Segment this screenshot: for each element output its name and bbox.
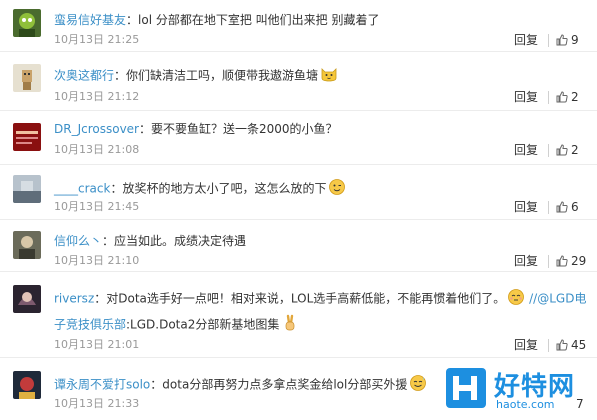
like-button[interactable]: 29 xyxy=(556,254,586,268)
user-avatar[interactable] xyxy=(13,285,41,313)
comment-item: 信仰么丶：应当如此。成绩决定待遇 10月13日 21:10 回复 29 xyxy=(0,220,597,272)
comment-item: riversz：对Dota选手好一点吧！相对来说，LOL选手高薪低能，不能再惯着… xyxy=(0,272,597,358)
comment-line: DR_Jcrossover：要不要鱼缸？送一条2000的小鱼？ xyxy=(54,122,338,136)
username-link[interactable]: 谭永周不爱打solo xyxy=(54,378,150,392)
like-button[interactable]: 45 xyxy=(556,338,586,352)
thumbs-up-icon xyxy=(556,255,568,267)
divider xyxy=(548,34,549,47)
like-count: 9 xyxy=(571,33,579,47)
comment-line: riversz：对Dota选手好一点吧！相对来说，LOL选手高薪低能，不能再惯着… xyxy=(54,288,586,310)
winking-face-emoji-icon xyxy=(328,178,346,200)
comment-text: dota分部再努力点多拿点奖金给lol分部买外援 xyxy=(162,377,408,392)
site-watermark-logo: 好特网 haote.com xyxy=(440,362,597,420)
victory-hand-emoji-icon xyxy=(281,314,299,336)
divider xyxy=(548,339,549,352)
comment-item: 蛮易信好基友：lol 分部都在地下室把 叫他们出来把 别藏着了 10月13日 2… xyxy=(0,0,597,52)
like-button[interactable]: 6 xyxy=(556,200,579,214)
reply-button[interactable]: 回复 xyxy=(514,254,538,268)
timestamp[interactable]: 10月13日 21:10 xyxy=(54,254,139,268)
relieved-face-emoji-icon xyxy=(507,288,525,310)
comment-line: 谭永周不爱打solo：dota分部再努力点多拿点奖金给lol分部买外援 xyxy=(54,374,427,396)
reply-button[interactable]: 回复 xyxy=(514,338,538,352)
like-count: 6 xyxy=(571,200,579,214)
divider xyxy=(548,91,549,104)
logo-h-mark xyxy=(446,368,486,408)
user-avatar[interactable] xyxy=(13,123,41,151)
username-link[interactable]: ____crack xyxy=(54,182,110,196)
username-link[interactable]: DR_Jcrossover xyxy=(54,122,139,136)
username-link[interactable]: 蛮易信好基友 xyxy=(54,13,126,27)
like-count: 29 xyxy=(571,254,587,268)
username-link[interactable]: riversz xyxy=(54,292,94,306)
timestamp[interactable]: 10月13日 21:08 xyxy=(54,143,139,157)
like-button[interactable]: 9 xyxy=(556,33,579,47)
reply-button[interactable]: 回复 xyxy=(514,90,538,104)
comment-text: 要不要鱼缸？送一条2000的小鱼？ xyxy=(151,122,338,136)
cat-face-emoji-icon xyxy=(320,66,338,86)
comment-line: 信仰么丶：应当如此。成绩决定待遇 xyxy=(54,234,247,248)
sweat-smile-emoji-icon xyxy=(409,374,427,396)
user-avatar[interactable] xyxy=(13,9,41,37)
comment-text: 放奖杯的地方太小了吧，这怎么放的下 xyxy=(122,181,327,196)
comment-item: ____crack：放奖杯的地方太小了吧，这怎么放的下 10月13日 21:45… xyxy=(0,165,597,220)
like-count: 2 xyxy=(571,90,579,104)
comment-text: 应当如此。成绩决定待遇 xyxy=(114,234,247,248)
username-link[interactable]: 次奥这都行 xyxy=(54,69,114,83)
user-avatar[interactable] xyxy=(13,175,41,203)
mention-link[interactable]: 子竞技俱乐部 xyxy=(54,318,126,332)
timestamp[interactable]: 10月13日 21:33 xyxy=(54,397,139,411)
like-button[interactable]: 2 xyxy=(556,90,579,104)
user-avatar[interactable] xyxy=(13,371,41,399)
comment-text: 你们缺清洁工吗，顺便带我遨游鱼塘 xyxy=(126,68,319,83)
reply-button[interactable]: 回复 xyxy=(514,33,538,47)
thumbs-up-icon xyxy=(556,201,568,213)
timestamp[interactable]: 10月13日 21:25 xyxy=(54,33,139,47)
comment-item: 次奥这都行：你们缺清洁工吗，顺便带我遨游鱼塘 10月13日 21:12 回复 2 xyxy=(0,52,597,111)
thumbs-up-icon xyxy=(556,339,568,351)
like-button[interactable]: 2 xyxy=(556,143,579,157)
thumbs-up-icon xyxy=(556,34,568,46)
comment-line-continued: 子竞技俱乐部:LGD.Dota2分部新基地图集 xyxy=(54,314,299,336)
comment-line: ____crack：放奖杯的地方太小了吧，这怎么放的下 xyxy=(54,178,346,200)
timestamp[interactable]: 10月13日 21:01 xyxy=(54,338,139,352)
divider xyxy=(548,201,549,214)
comment-text: :LGD.Dota2分部新基地图集 xyxy=(126,317,280,332)
user-avatar[interactable] xyxy=(13,231,41,259)
divider xyxy=(548,255,549,268)
divider xyxy=(548,144,549,157)
comment-line: 次奥这都行：你们缺清洁工吗，顺便带我遨游鱼塘 xyxy=(54,66,338,86)
comment-line: 蛮易信好基友：lol 分部都在地下室把 叫他们出来把 别藏着了 xyxy=(54,13,380,27)
mention-link[interactable]: //@LGD电 xyxy=(529,292,586,306)
username-link[interactable]: 信仰么丶 xyxy=(54,234,102,248)
like-count: 45 xyxy=(571,338,587,352)
like-count: 2 xyxy=(571,143,579,157)
timestamp[interactable]: 10月13日 21:12 xyxy=(54,90,139,104)
comment-text: 对Dota选手好一点吧！相对来说，LOL选手高薪低能，不能再惯着他们了。 xyxy=(106,291,506,306)
timestamp[interactable]: 10月13日 21:45 xyxy=(54,200,139,214)
logo-url: haote.com xyxy=(496,398,555,411)
user-avatar[interactable] xyxy=(13,64,41,92)
reply-button[interactable]: 回复 xyxy=(514,200,538,214)
reply-button[interactable]: 回复 xyxy=(514,143,538,157)
comment-item: DR_Jcrossover：要不要鱼缸？送一条2000的小鱼？ 10月13日 2… xyxy=(0,111,597,165)
thumbs-up-icon xyxy=(556,144,568,156)
thumbs-up-icon xyxy=(556,91,568,103)
comment-text: lol 分部都在地下室把 叫他们出来把 别藏着了 xyxy=(138,13,380,27)
